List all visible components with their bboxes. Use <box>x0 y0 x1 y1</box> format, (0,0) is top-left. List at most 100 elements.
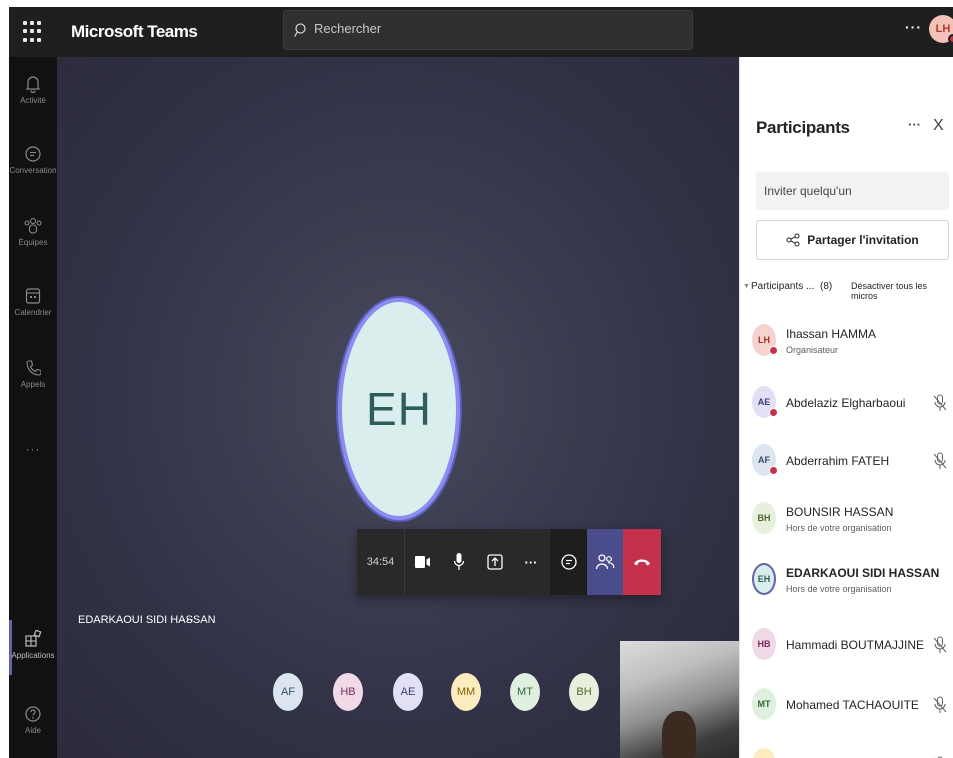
rail-item-label: Équipes <box>18 238 48 247</box>
participant-avatar-mt[interactable]: MT <box>510 673 540 711</box>
participant-name: Abderrahim FATEH <box>786 454 890 468</box>
microphone-button[interactable] <box>441 529 477 595</box>
participant-row[interactable]: AF Abderrahim FATEH <box>752 435 952 489</box>
invite-input[interactable] <box>756 172 949 210</box>
teams-icon <box>24 217 42 234</box>
participant-avatar-hb[interactable]: HB <box>333 673 363 711</box>
busy-status-icon <box>948 34 953 44</box>
participant-avatar: HB <box>752 628 776 660</box>
top-bar: Microsoft Teams ··· LH <box>9 7 953 57</box>
participant-row[interactable]: MMMOURAD MOURAD <box>752 739 952 758</box>
camera-button[interactable] <box>405 529 441 595</box>
participant-avatar-bh[interactable]: BH <box>569 673 599 711</box>
settings-more-button[interactable]: ··· <box>905 19 922 35</box>
share-screen-button[interactable] <box>477 529 513 595</box>
participant-name: Ihassan HAMMA <box>786 327 877 341</box>
rail-item-activity[interactable]: Activité <box>9 75 57 105</box>
panel-more-button[interactable]: ··· <box>908 117 921 132</box>
rail-item-label: Appels <box>20 380 46 389</box>
participant-initials: EH <box>757 574 771 584</box>
user-avatar[interactable]: LH <box>929 15 953 44</box>
share-icon <box>786 233 800 247</box>
participant-avatar: AE <box>752 386 778 418</box>
people-icon <box>595 554 615 570</box>
participant-row[interactable]: HB Hammadi BOUTMAJJINE <box>752 619 952 673</box>
meeting-chat-button[interactable] <box>550 529 587 595</box>
participant-avatar-mm[interactable]: MM <box>451 673 481 711</box>
call-controls-main: 34:54 ··· <box>357 529 550 595</box>
participant-avatar: BH <box>752 502 776 534</box>
chat-icon <box>25 146 41 162</box>
app-rail: Activité Conversation Équipes Calendrier… <box>9 57 57 758</box>
mute-all-button[interactable]: Désactiver tous les micros <box>851 281 953 301</box>
hang-up-icon <box>634 559 650 566</box>
hang-up-button[interactable] <box>623 529 661 595</box>
participant-name: BOUNSIR HASSAN <box>786 505 894 519</box>
search-box[interactable] <box>283 10 693 50</box>
mic-off-icon <box>933 394 947 411</box>
rail-item-applications[interactable]: Applications <box>9 630 57 660</box>
participant-avatar-ae[interactable]: AE <box>393 673 423 711</box>
video-camera-icon <box>415 556 430 568</box>
mic-off-icon <box>933 452 947 469</box>
participant-initials: AE <box>400 686 416 698</box>
rail-item-label: Applications <box>11 651 55 660</box>
participant-avatar: AF <box>752 444 778 476</box>
show-participants-button[interactable] <box>587 529 623 595</box>
participant-name: Abdelaziz Elgharbaoui <box>786 396 906 410</box>
participant-subtitle: Hors de votre organisation <box>786 523 892 533</box>
participant-row[interactable]: EH EDARKAOUI SIDI HASSAN Hors de votre org… <box>752 554 952 608</box>
participant-subtitle: Organisateur <box>786 345 839 355</box>
participant-initials: BH <box>757 513 771 523</box>
participant-initials: MT <box>757 699 771 709</box>
participant-row[interactable]: AE Abdelaziz Elgharbaoui <box>752 377 952 431</box>
call-controls: 34:54 ··· <box>357 529 661 595</box>
meeting-stage: EH 34:54 ··· EDARKAOUI SIDI HASSAN ··· A… <box>57 57 739 758</box>
participant-name: Mohamed TACHAOUITE <box>786 698 919 712</box>
rail-item-calendar[interactable]: Calendrier <box>9 287 57 317</box>
panel-title: Participants <box>756 118 850 137</box>
help-icon <box>25 706 41 722</box>
active-speaker-avatar: EH <box>338 298 460 520</box>
chevron-down-icon[interactable]: ▼ <box>743 283 750 290</box>
participant-initials: BH <box>576 686 592 698</box>
participant-count: (8) <box>820 281 833 292</box>
rail-item-teams[interactable]: Équipes <box>9 217 57 247</box>
app-launcher-icon[interactable] <box>23 21 45 43</box>
section-label[interactable]: Participants ... <box>751 281 814 292</box>
active-speaker-initials: EH <box>366 383 432 435</box>
participant-initials: HB <box>340 686 356 698</box>
rail-item-label: Calendrier <box>14 308 52 317</box>
participant-initials: AF <box>280 686 296 698</box>
participant-row[interactable]: LH Ihassan HAMMA Organisateur <box>752 315 952 369</box>
participants-panel: Participants ··· X Partager l'invitation… <box>739 57 953 758</box>
search-input[interactable] <box>314 21 684 36</box>
speaker-name-label: EDARKAOUI SIDI HASSAN <box>78 614 216 626</box>
rail-item-label: Conversation <box>9 166 57 175</box>
share-invitation-button[interactable]: Partager l'invitation <box>756 220 949 260</box>
participant-subtitle: Hors de votre organisation <box>786 584 892 594</box>
participant-avatar-af[interactable]: AF <box>273 673 303 711</box>
self-video-person <box>662 711 696 758</box>
rail-item-chat[interactable]: Conversation <box>9 145 57 175</box>
self-video-preview[interactable] <box>620 641 739 758</box>
rail-more-button[interactable]: ··· <box>9 442 57 456</box>
search-icon <box>294 23 306 37</box>
rail-item-calls[interactable]: Appels <box>9 359 57 389</box>
busy-status-icon <box>769 408 778 417</box>
participant-initials: LH <box>758 335 770 345</box>
speaker-more-button[interactable]: ··· <box>182 613 194 627</box>
participant-row[interactable]: BH BOUNSIR HASSAN Hors de votre organisati… <box>752 493 952 547</box>
microphone-icon <box>453 553 465 570</box>
close-icon[interactable]: X <box>933 117 944 135</box>
participant-avatar: MM <box>752 748 776 758</box>
app-title: Microsoft Teams <box>71 22 198 41</box>
busy-status-icon <box>769 466 778 475</box>
share-invitation-label: Partager l'invitation <box>807 233 919 247</box>
participant-row[interactable]: MT Mohamed TACHAOUITE <box>752 679 952 733</box>
share-screen-icon <box>487 554 503 570</box>
rail-item-help[interactable]: Aide <box>9 705 57 735</box>
more-actions-button[interactable]: ··· <box>513 529 549 595</box>
participant-name: EDARKAOUI SIDI HASSAN <box>786 566 940 580</box>
call-timer: 34:54 <box>357 529 405 595</box>
